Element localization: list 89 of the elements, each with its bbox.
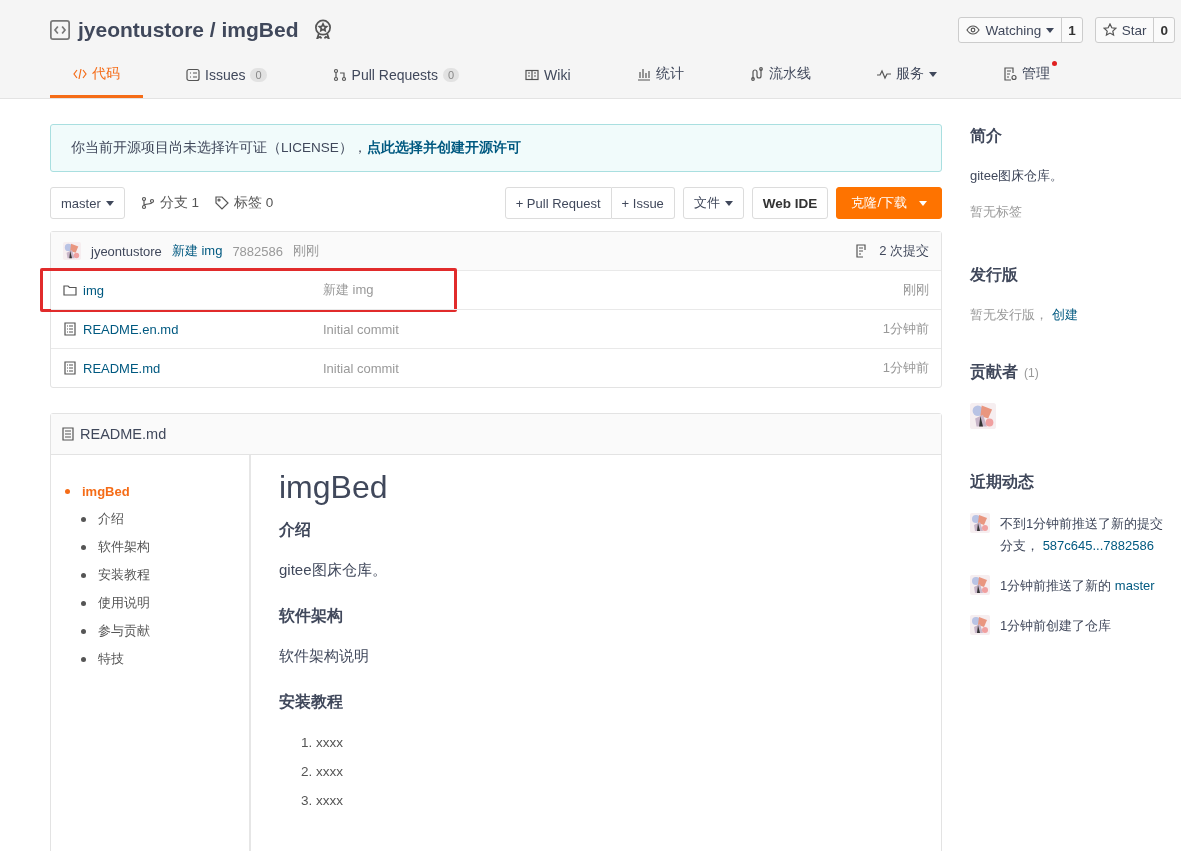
readme-heading: imgBed	[279, 469, 388, 506]
toc-item[interactable]: 特技	[81, 645, 249, 673]
activity-link[interactable]: 587c645...7882586	[1042, 538, 1154, 553]
caret-icon	[919, 200, 927, 206]
repo-title[interactable]: jyeontustore / imgBed	[78, 18, 299, 42]
license-link[interactable]: 点此选择并创建开源许可	[366, 140, 521, 155]
contributor-count: (1)	[1024, 366, 1039, 380]
caret-icon	[1046, 27, 1055, 33]
avatar-icon	[970, 513, 990, 533]
toc-item[interactable]: 软件架构	[81, 533, 249, 561]
pipeline-icon	[749, 67, 764, 81]
file-icon	[63, 322, 77, 336]
file-time: 刚刚	[903, 281, 929, 299]
file-icon	[63, 361, 77, 375]
section-heading: 介绍	[279, 520, 312, 540]
star-button[interactable]: Star 0	[1094, 17, 1175, 43]
branch-icon	[140, 196, 155, 210]
readme-title: README.md	[80, 426, 167, 442]
toc-item[interactable]: 参与贡献	[81, 617, 249, 645]
branch-dropdown[interactable]: master	[50, 187, 125, 219]
commit-time: 刚刚	[293, 242, 319, 260]
activity-text: 1分钟前创建了仓库	[1000, 618, 1112, 633]
issue-button[interactable]: + Issue	[611, 187, 675, 219]
repo-description: gitee图床仓库。	[970, 167, 1065, 185]
list-item: xxxx	[316, 735, 344, 750]
bar-chart-icon	[636, 67, 651, 81]
file-name[interactable]: img	[83, 282, 104, 298]
nav-tab[interactable]: Wiki	[502, 67, 594, 98]
code-icon	[50, 20, 70, 40]
list-item: xxxx	[316, 793, 344, 808]
toc-item[interactable]: 介绍	[81, 505, 249, 533]
activity-text: 1分钟前推送了新的	[1000, 578, 1112, 593]
list-marker: 3.	[301, 793, 313, 808]
nav-tab[interactable]: 服务	[853, 65, 960, 98]
section-heading: 软件架构	[279, 606, 344, 626]
pull-request-button[interactable]: + Pull Request	[504, 187, 612, 219]
pull-request-icon	[332, 68, 347, 82]
activity-link[interactable]: master	[1114, 578, 1155, 593]
eye-icon	[966, 23, 981, 37]
code-icon	[73, 67, 87, 81]
nav-tab[interactable]: 管理	[979, 65, 1073, 98]
avatar-icon	[63, 242, 81, 260]
caret-icon	[105, 200, 114, 206]
branch-count[interactable]: 分支 1	[159, 194, 199, 212]
section-heading: 安装教程	[279, 692, 344, 712]
activity-text: 分支，	[1000, 538, 1039, 553]
file-name[interactable]: README.en.md	[83, 321, 179, 337]
license-notice: 你当前开源项目尚未选择许可证（LICENSE），点此选择并创建开源许可	[50, 124, 942, 172]
list-marker: 1.	[301, 735, 313, 750]
paragraph: 软件架构说明	[279, 647, 370, 666]
award-icon	[312, 18, 333, 39]
web-ide-button[interactable]: Web IDE	[751, 187, 829, 219]
tag-count[interactable]: 标签 0	[234, 194, 274, 212]
avatar-icon	[970, 575, 990, 595]
section-heading: 简介	[970, 126, 1002, 146]
section-heading: 发行版	[970, 265, 1018, 285]
commit-message[interactable]: 新建 img	[171, 242, 223, 260]
caret-icon	[724, 200, 733, 206]
commit-count[interactable]: 2 次提交	[879, 242, 929, 260]
nav-tab[interactable]: 统计	[613, 65, 707, 98]
list-item: xxxx	[316, 764, 344, 779]
watch-button[interactable]: Watching 1	[958, 17, 1083, 43]
activity-text: 不到1分钟前推送了新的提交	[1000, 516, 1164, 531]
list-marker: 2.	[301, 764, 313, 779]
folder-icon	[63, 283, 77, 297]
toc-item[interactable]: 使用说明	[81, 589, 249, 617]
paragraph: gitee图床仓库。	[279, 561, 388, 580]
section-heading: 贡献者	[970, 362, 1018, 383]
file-name[interactable]: README.md	[83, 360, 161, 376]
tag-icon	[215, 196, 229, 210]
file-dropdown[interactable]: 文件	[682, 187, 744, 219]
nav-tab[interactable]: 流水线	[726, 65, 834, 98]
section-heading: 近期动态	[970, 472, 1034, 492]
file-icon	[61, 427, 75, 441]
create-release-link[interactable]: 创建	[1051, 307, 1078, 322]
avatar-icon	[970, 615, 990, 635]
toc-item[interactable]: 安装教程	[81, 561, 249, 589]
nav-tab[interactable]: Pull Requests 0	[309, 67, 483, 98]
nav-tab[interactable]: Issues 0	[163, 67, 290, 98]
releases-text: 暂无发行版，	[970, 307, 1048, 322]
document-icon	[1002, 67, 1017, 81]
list-icon	[186, 68, 200, 82]
star-icon	[1102, 23, 1117, 37]
file-time: 1分钟前	[882, 320, 929, 338]
avatar-icon	[970, 403, 996, 429]
commit-author[interactable]: jyeontustore	[91, 243, 162, 259]
book-icon	[525, 68, 540, 82]
tags-text: 暂无标签	[970, 203, 1023, 221]
file-time: 1分钟前	[882, 359, 929, 377]
